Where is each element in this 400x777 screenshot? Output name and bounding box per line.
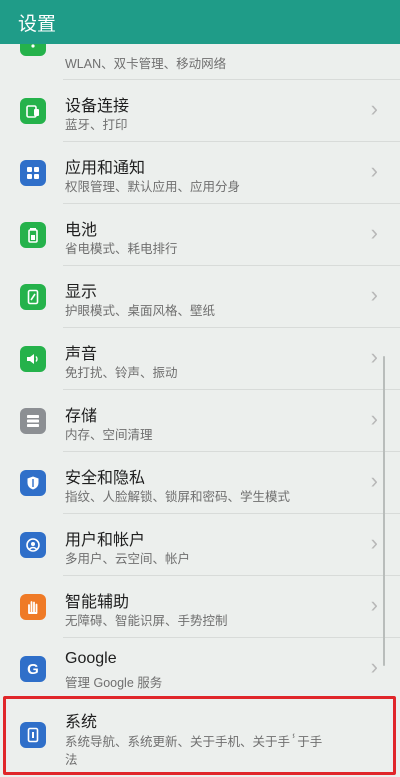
settings-item-display[interactable]: 显示 护眼模式、桌面风格、壁纸 › bbox=[0, 266, 400, 327]
settings-item-storage[interactable]: 存储 内存、空间清理 › bbox=[0, 390, 400, 451]
battery-icon bbox=[20, 222, 46, 248]
chevron-right-icon: › bbox=[370, 344, 378, 369]
settings-item-subtitle: 无障碍、智能识屏、手势控制 bbox=[65, 614, 228, 628]
chevron-right-icon: › bbox=[370, 654, 378, 679]
settings-item-google[interactable]: G Google 管理 Google 服务 › bbox=[0, 638, 400, 699]
settings-item-device-connection[interactable]: 设备连接 蓝牙、打印 › bbox=[0, 80, 400, 141]
settings-item-subtitle: WLAN、双卡管理、移动网络 bbox=[65, 57, 227, 71]
chevron-right-icon: › bbox=[370, 220, 378, 245]
settings-item-security-privacy[interactable]: 安全和隐私 指纹、人脸解锁、锁屏和密码、学生模式 › bbox=[0, 452, 400, 513]
apps-icon bbox=[20, 160, 46, 186]
settings-item-subtitle: 管理 Google 服务 bbox=[65, 676, 163, 690]
chevron-right-icon: › bbox=[370, 96, 378, 121]
chevron-right-icon: › bbox=[370, 406, 378, 431]
settings-item-subtitle: 蓝牙、打印 bbox=[65, 118, 128, 132]
settings-list[interactable]: WLAN、双卡管理、移动网络 设备连接 蓝牙、打印 › 应用和通知 权限管理、默… bbox=[0, 44, 400, 777]
chevron-right-icon: › bbox=[370, 592, 378, 617]
page-title: 设置 bbox=[18, 13, 57, 35]
settings-item-title: 电池 bbox=[65, 222, 98, 239]
security-icon bbox=[20, 470, 46, 496]
device-connection-icon bbox=[20, 98, 46, 124]
settings-item-subtitle: 省电模式、耗电排行 bbox=[65, 242, 178, 256]
settings-item-apps-notifications[interactable]: 应用和通知 权限管理、默认应用、应用分身 › bbox=[0, 142, 400, 203]
chevron-right-icon: › bbox=[370, 468, 378, 493]
settings-item-title: 显示 bbox=[65, 284, 98, 301]
chevron-right-icon: › bbox=[370, 530, 378, 555]
settings-item-smart-assist[interactable]: 智能辅助 无障碍、智能识屏、手势控制 › bbox=[0, 576, 400, 637]
display-icon bbox=[20, 284, 46, 310]
settings-item-sound[interactable]: 声音 免打扰、铃声、振动 › bbox=[0, 328, 400, 389]
settings-item-title: 用户和帐户 bbox=[65, 532, 146, 549]
settings-item-title: 智能辅助 bbox=[65, 594, 130, 611]
settings-item-title: 安全和隐私 bbox=[65, 470, 146, 487]
settings-item-wlan[interactable]: WLAN、双卡管理、移动网络 bbox=[0, 44, 400, 74]
settings-item-title: 应用和通知 bbox=[65, 160, 146, 177]
settings-item-battery[interactable]: 电池 省电模式、耗电排行 › bbox=[0, 204, 400, 265]
settings-item-subtitle: 权限管理、默认应用、应用分身 bbox=[65, 180, 241, 194]
scrollbar[interactable] bbox=[383, 356, 385, 666]
settings-item-subtitle: 内存、空间清理 bbox=[65, 428, 153, 442]
settings-item-subtitle: 免打扰、铃声、振动 bbox=[65, 366, 178, 380]
settings-item-title: 声音 bbox=[65, 346, 98, 363]
storage-icon bbox=[20, 408, 46, 434]
highlight-annotation-box bbox=[3, 696, 396, 775]
settings-item-subtitle: 指纹、人脸解锁、锁屏和密码、学生模式 bbox=[65, 490, 291, 504]
google-icon: G bbox=[20, 656, 46, 682]
settings-item-title: Google bbox=[65, 650, 117, 667]
settings-item-subtitle: 护眼模式、桌面风格、壁纸 bbox=[65, 304, 216, 318]
app-header: 设置 bbox=[0, 0, 400, 44]
settings-item-subtitle: 多用户、云空间、帐户 bbox=[65, 552, 191, 566]
sound-icon bbox=[20, 346, 46, 372]
assist-hand-icon bbox=[20, 594, 46, 620]
chevron-right-icon: › bbox=[370, 158, 378, 183]
settings-item-title: 设备连接 bbox=[65, 98, 130, 115]
user-account-icon bbox=[20, 532, 46, 558]
settings-item-title: 存储 bbox=[65, 408, 98, 425]
wifi-icon bbox=[20, 44, 46, 56]
chevron-right-icon: › bbox=[370, 282, 378, 307]
settings-item-users-accounts[interactable]: 用户和帐户 多用户、云空间、帐户 › bbox=[0, 514, 400, 575]
